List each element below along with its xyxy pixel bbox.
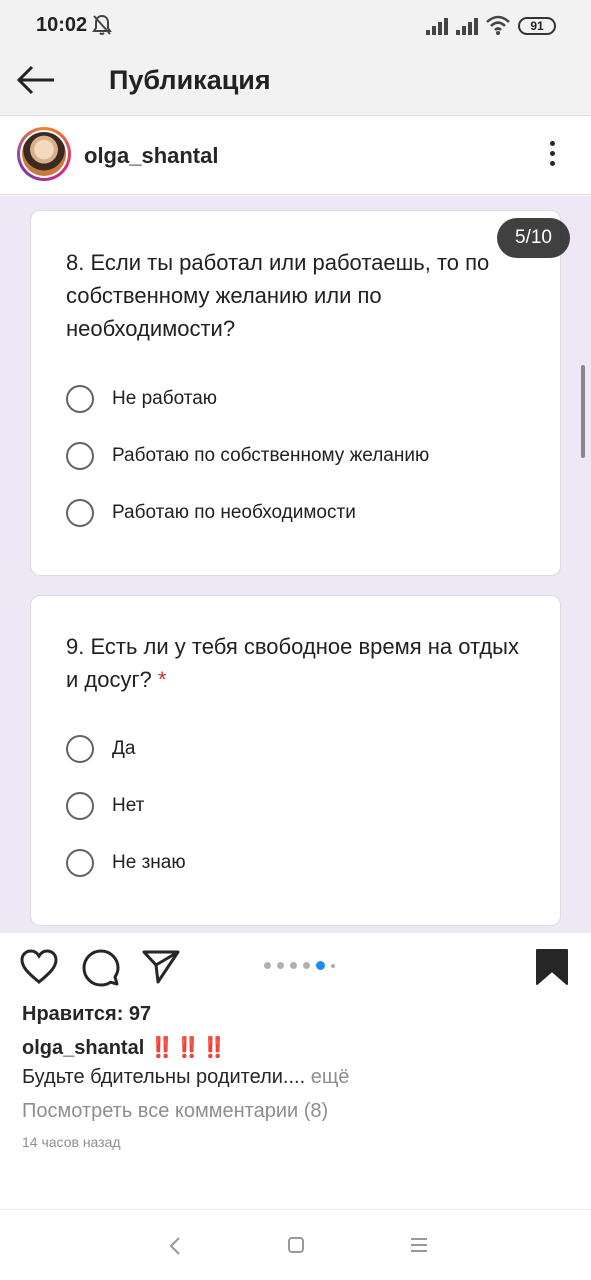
radio-option[interactable]: Нет bbox=[66, 791, 144, 821]
author-username[interactable]: olga_shantal bbox=[84, 143, 218, 169]
send-icon[interactable] bbox=[142, 949, 180, 985]
status-bar: 10:02 91 bbox=[0, 0, 591, 46]
radio-option[interactable]: Не знаю bbox=[66, 848, 186, 878]
view-comments-link[interactable]: Посмотреть все комментарии (8) bbox=[22, 1100, 328, 1123]
wifi-icon bbox=[486, 15, 510, 35]
heart-icon[interactable] bbox=[20, 949, 58, 985]
option-label: Работаю по необходимости bbox=[112, 502, 356, 523]
caption-username[interactable]: olga_shantal bbox=[22, 1037, 144, 1059]
page-title: Публикация bbox=[109, 65, 271, 95]
question-text: 8. Если ты работал или работаешь, то по … bbox=[66, 250, 490, 341]
radio-button[interactable] bbox=[66, 849, 94, 877]
bookmark-icon[interactable] bbox=[535, 948, 569, 986]
nav-menu-icon[interactable] bbox=[410, 1236, 428, 1254]
caption-emoji: ‼️‼️‼️ bbox=[149, 1037, 228, 1059]
option-label: Нет bbox=[112, 795, 145, 816]
option-label: Не работаю bbox=[112, 388, 218, 409]
radio-option[interactable]: Да bbox=[66, 734, 135, 764]
form-scrollbar bbox=[581, 365, 585, 458]
caption-text: Будьте бдительны родители.... ещё bbox=[22, 1066, 349, 1089]
caption: olga_shantal ‼️‼️‼️ bbox=[22, 1035, 228, 1060]
radio-button[interactable] bbox=[66, 442, 94, 470]
more-options-icon[interactable] bbox=[550, 141, 555, 171]
radio-button[interactable] bbox=[66, 792, 94, 820]
status-time: 10:02 bbox=[36, 14, 88, 36]
comment-icon[interactable] bbox=[82, 949, 120, 987]
radio-button[interactable] bbox=[66, 499, 94, 527]
post-timestamp: 14 часов назад bbox=[22, 1134, 121, 1150]
radio-button[interactable] bbox=[66, 735, 94, 763]
option-label: Не знаю bbox=[112, 852, 186, 873]
nav-home-icon[interactable] bbox=[287, 1236, 305, 1254]
bell-muted-icon bbox=[92, 14, 112, 35]
radio-option[interactable]: Не работаю bbox=[66, 384, 217, 414]
avatar[interactable] bbox=[17, 127, 71, 181]
question-text: 9. Есть ли у тебя свободное время на отд… bbox=[66, 630, 526, 696]
post-actions bbox=[0, 933, 591, 1001]
carousel-dots bbox=[264, 961, 341, 970]
question-card: 9. Есть ли у тебя свободное время на отд… bbox=[30, 595, 561, 926]
question-card: 8. Если ты работал или работаешь, то по … bbox=[30, 210, 561, 576]
option-label: Работаю по собственному желанию bbox=[112, 445, 430, 466]
question-text-body: 9. Есть ли у тебя свободное время на отд… bbox=[66, 634, 519, 692]
radio-option[interactable]: Работаю по необходимости bbox=[66, 498, 356, 528]
radio-button[interactable] bbox=[66, 385, 94, 413]
app-header: Публикация bbox=[0, 46, 591, 116]
post-author-row: olga_shantal bbox=[0, 117, 591, 195]
radio-option[interactable]: Работаю по собственному желанию bbox=[66, 441, 429, 471]
system-nav-bar bbox=[0, 1209, 591, 1280]
signal-icon bbox=[426, 18, 448, 35]
slide-counter: 5/10 bbox=[497, 218, 570, 258]
nav-back-icon[interactable] bbox=[168, 1236, 182, 1256]
battery-icon: 91 bbox=[518, 17, 556, 35]
arrow-left-icon[interactable] bbox=[16, 65, 56, 95]
signal-icon bbox=[456, 18, 478, 35]
likes-count[interactable]: Нравится: 97 bbox=[22, 1003, 151, 1026]
required-mark: * bbox=[157, 667, 167, 692]
post-image[interactable]: 8. Если ты работал или работаешь, то по … bbox=[0, 196, 591, 933]
caption-body: Будьте бдительны родители.... bbox=[22, 1066, 306, 1088]
option-label: Да bbox=[112, 738, 136, 759]
caption-more-link[interactable]: ещё bbox=[305, 1066, 350, 1088]
